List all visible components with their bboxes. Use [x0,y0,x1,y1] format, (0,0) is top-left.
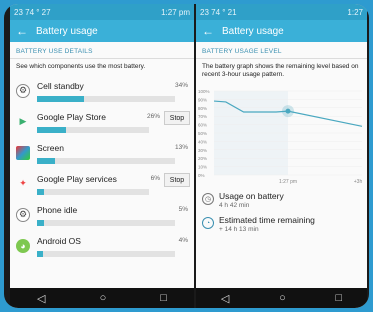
device-frame: 23 74 ° 27 1:27 pm ← Battery usage BATTE… [4,4,369,308]
y-tick-label: 80% [198,106,207,111]
usage-bar-fill [37,250,43,257]
list-item[interactable]: ✦ Google Play services 6% Stop [10,168,194,199]
section-description: The battery graph shows the remaining le… [202,63,359,79]
nav-recents-icon[interactable]: □ [335,292,342,304]
list-item[interactable]: ⚙ Phone idle 5% [10,199,194,230]
stop-button[interactable]: Stop [164,173,190,188]
item-name: Google Play services [37,173,117,184]
status-bar: 23 74 ° 21 1:27 [196,4,367,20]
battery-level-chart: 100% 90% 80% 70% 60% 50% 40% 30% 20% 10% 0% 1:27 pm… [196,85,367,185]
usage-on-battery-row: ◷ Usage on battery 4 h 42 min [196,185,367,209]
status-time: 1:27 [347,7,363,17]
y-tick-label: 10% [198,165,207,170]
gear-icon: ⚙ [16,83,30,98]
status-icons: 23 74 ° 27 [14,7,51,17]
item-percent: 34% [174,81,188,89]
estimated-value: + 14 h 13 min [219,226,259,234]
usage-bar-fill [37,219,44,226]
usage-bar [37,95,175,102]
app-bar: ← Battery usage [10,20,194,42]
gear-icon: ⚙ [16,207,30,222]
status-bar: 23 74 ° 27 1:27 pm [10,4,194,20]
estimated-time-row: ◔ Estimated time remaining + 14 h 13 min [196,209,367,233]
section-header: BATTERY USE DETAILS [10,42,194,59]
y-tick-label: 100% [198,89,210,94]
stop-button[interactable]: Stop [164,111,190,126]
usage-bar [37,219,175,226]
usage-bar [37,157,175,164]
x-tick-label: +3h [354,179,363,185]
status-time: 1:27 pm [161,7,190,17]
usage-value: 4 h 42 min [219,202,250,210]
nav-recents-icon[interactable]: □ [160,292,167,304]
back-arrow-icon[interactable]: ← [202,24,214,38]
nav-home-icon[interactable]: ○ [279,292,286,304]
item-body: Cell standby 34% [37,78,194,104]
item-body: Android OS 4% [37,233,194,259]
y-tick-label: 60% [198,123,207,128]
usage-title: Usage on battery [219,191,284,202]
nav-home-icon[interactable]: ○ [100,292,107,304]
battery-clock-icon: ◔ [202,217,214,230]
usage-bar [37,250,175,257]
usage-bar [37,126,149,133]
nav-back-icon[interactable]: ◁ [37,292,45,305]
item-percent: 5% [178,205,188,213]
item-name: Screen [37,142,64,153]
list-item[interactable]: ⚙ Cell standby 34% [10,75,194,106]
back-arrow-icon[interactable]: ← [16,24,28,38]
y-tick-label: 0% [198,173,205,178]
chart-svg: 100% 90% 80% 70% 60% 50% 40% 30% 20% 10% 0% 1:27 pm… [198,89,363,185]
screen-icon: ■ [16,145,30,160]
usage-bar-fill [37,95,84,102]
item-body: Screen 13% [37,140,194,166]
item-percent: 6% [150,174,160,182]
list-item[interactable]: ▶ Google Play Store 26% Stop [10,106,194,137]
clock-icon: ◷ [202,193,214,206]
page-title: Battery usage [36,25,98,37]
battery-details-panel: 23 74 ° 27 1:27 pm ← Battery usage BATTE… [10,4,194,308]
y-tick-label: 20% [198,156,207,161]
usage-bar-fill [37,188,44,195]
app-bar: ← Battery usage [196,20,367,42]
item-name: Cell standby [37,80,84,91]
nav-back-icon[interactable]: ◁ [221,292,229,305]
item-percent: 4% [178,236,188,244]
usage-list: ⚙ Cell standby 34% ▶ Google Play Store 26% Sto… [10,75,194,261]
list-item[interactable]: ◕ Android OS 4% [10,230,194,261]
item-percent: 13% [174,143,188,151]
usage-bar-fill [37,126,67,133]
item-body: Phone idle 5% [37,202,194,228]
item-percent: 26% [146,112,160,120]
estimated-title: Estimated time remaining [219,215,315,226]
page-title: Battery usage [222,25,284,37]
y-tick-label: 90% [198,98,207,103]
usage-bar-fill [37,157,55,164]
y-tick-label: 30% [198,148,207,153]
list-item[interactable]: ■ Screen 13% [10,137,194,168]
item-name: Phone idle [37,204,78,215]
battery-level-panel: 23 74 ° 21 1:27 ← Battery usage BATTERY … [196,4,367,308]
section-description: See which components use the most batter… [16,63,146,70]
status-icons: 23 74 ° 21 [200,7,237,17]
item-name: Android OS [37,235,81,246]
play-services-icon: ✦ [19,178,27,189]
item-name: Google Play Store [37,111,106,122]
y-tick-label: 70% [198,114,207,119]
navigation-bar: ◁ ○ □ [10,288,194,308]
y-tick-label: 40% [198,140,207,145]
android-icon: ◕ [16,238,30,253]
section-header: BATTERY USAGE LEVEL [196,42,367,59]
usage-bar [37,188,149,195]
x-tick-label: 1:27 pm [279,179,297,185]
navigation-bar: ◁ ○ □ [196,288,367,308]
y-tick-label: 50% [198,131,207,136]
current-point [285,108,291,114]
play-store-icon: ▶ [19,116,27,127]
